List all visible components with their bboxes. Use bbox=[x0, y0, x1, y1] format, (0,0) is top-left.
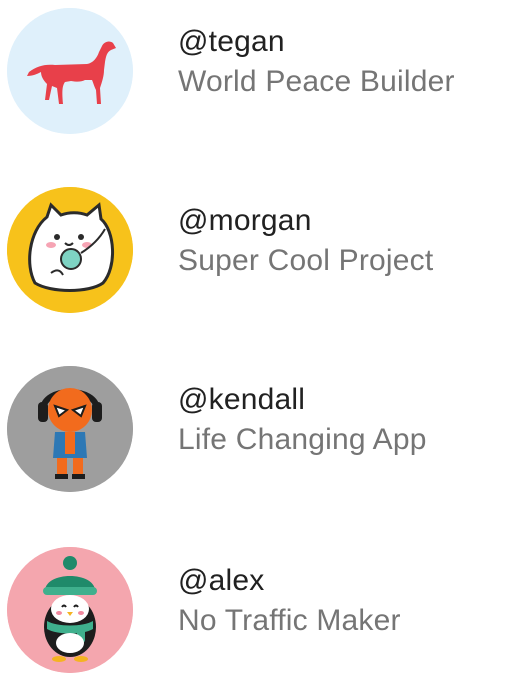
project-label: No Traffic Maker bbox=[178, 604, 401, 637]
project-label: Super Cool Project bbox=[178, 244, 434, 277]
project-label: Life Changing App bbox=[178, 423, 427, 456]
list-item-text: @morgan Super Cool Project bbox=[178, 201, 433, 281]
penguin-avatar-icon bbox=[7, 547, 133, 673]
dog-avatar-icon bbox=[7, 8, 133, 134]
list-item-text: @alex No Traffic Maker bbox=[178, 561, 401, 641]
superhero-avatar-icon bbox=[7, 366, 133, 492]
list-item[interactable]: @alex No Traffic Maker bbox=[0, 543, 513, 673]
list-item-text: @tegan World Peace Builder bbox=[178, 22, 455, 102]
username-label: @tegan bbox=[178, 25, 285, 58]
username-label: @alex bbox=[178, 564, 265, 597]
list-item[interactable]: @kendall Life Changing App bbox=[0, 362, 513, 492]
username-label: @morgan bbox=[178, 204, 312, 237]
list-item[interactable]: @morgan Super Cool Project bbox=[0, 183, 513, 313]
list-item-text: @kendall Life Changing App bbox=[178, 380, 427, 460]
project-label: World Peace Builder bbox=[178, 65, 455, 98]
contact-list: @tegan World Peace Builder @morgan Super… bbox=[0, 0, 513, 683]
cat-avatar-icon bbox=[7, 187, 133, 313]
list-item[interactable]: @tegan World Peace Builder bbox=[0, 4, 513, 134]
username-label: @kendall bbox=[178, 383, 306, 416]
